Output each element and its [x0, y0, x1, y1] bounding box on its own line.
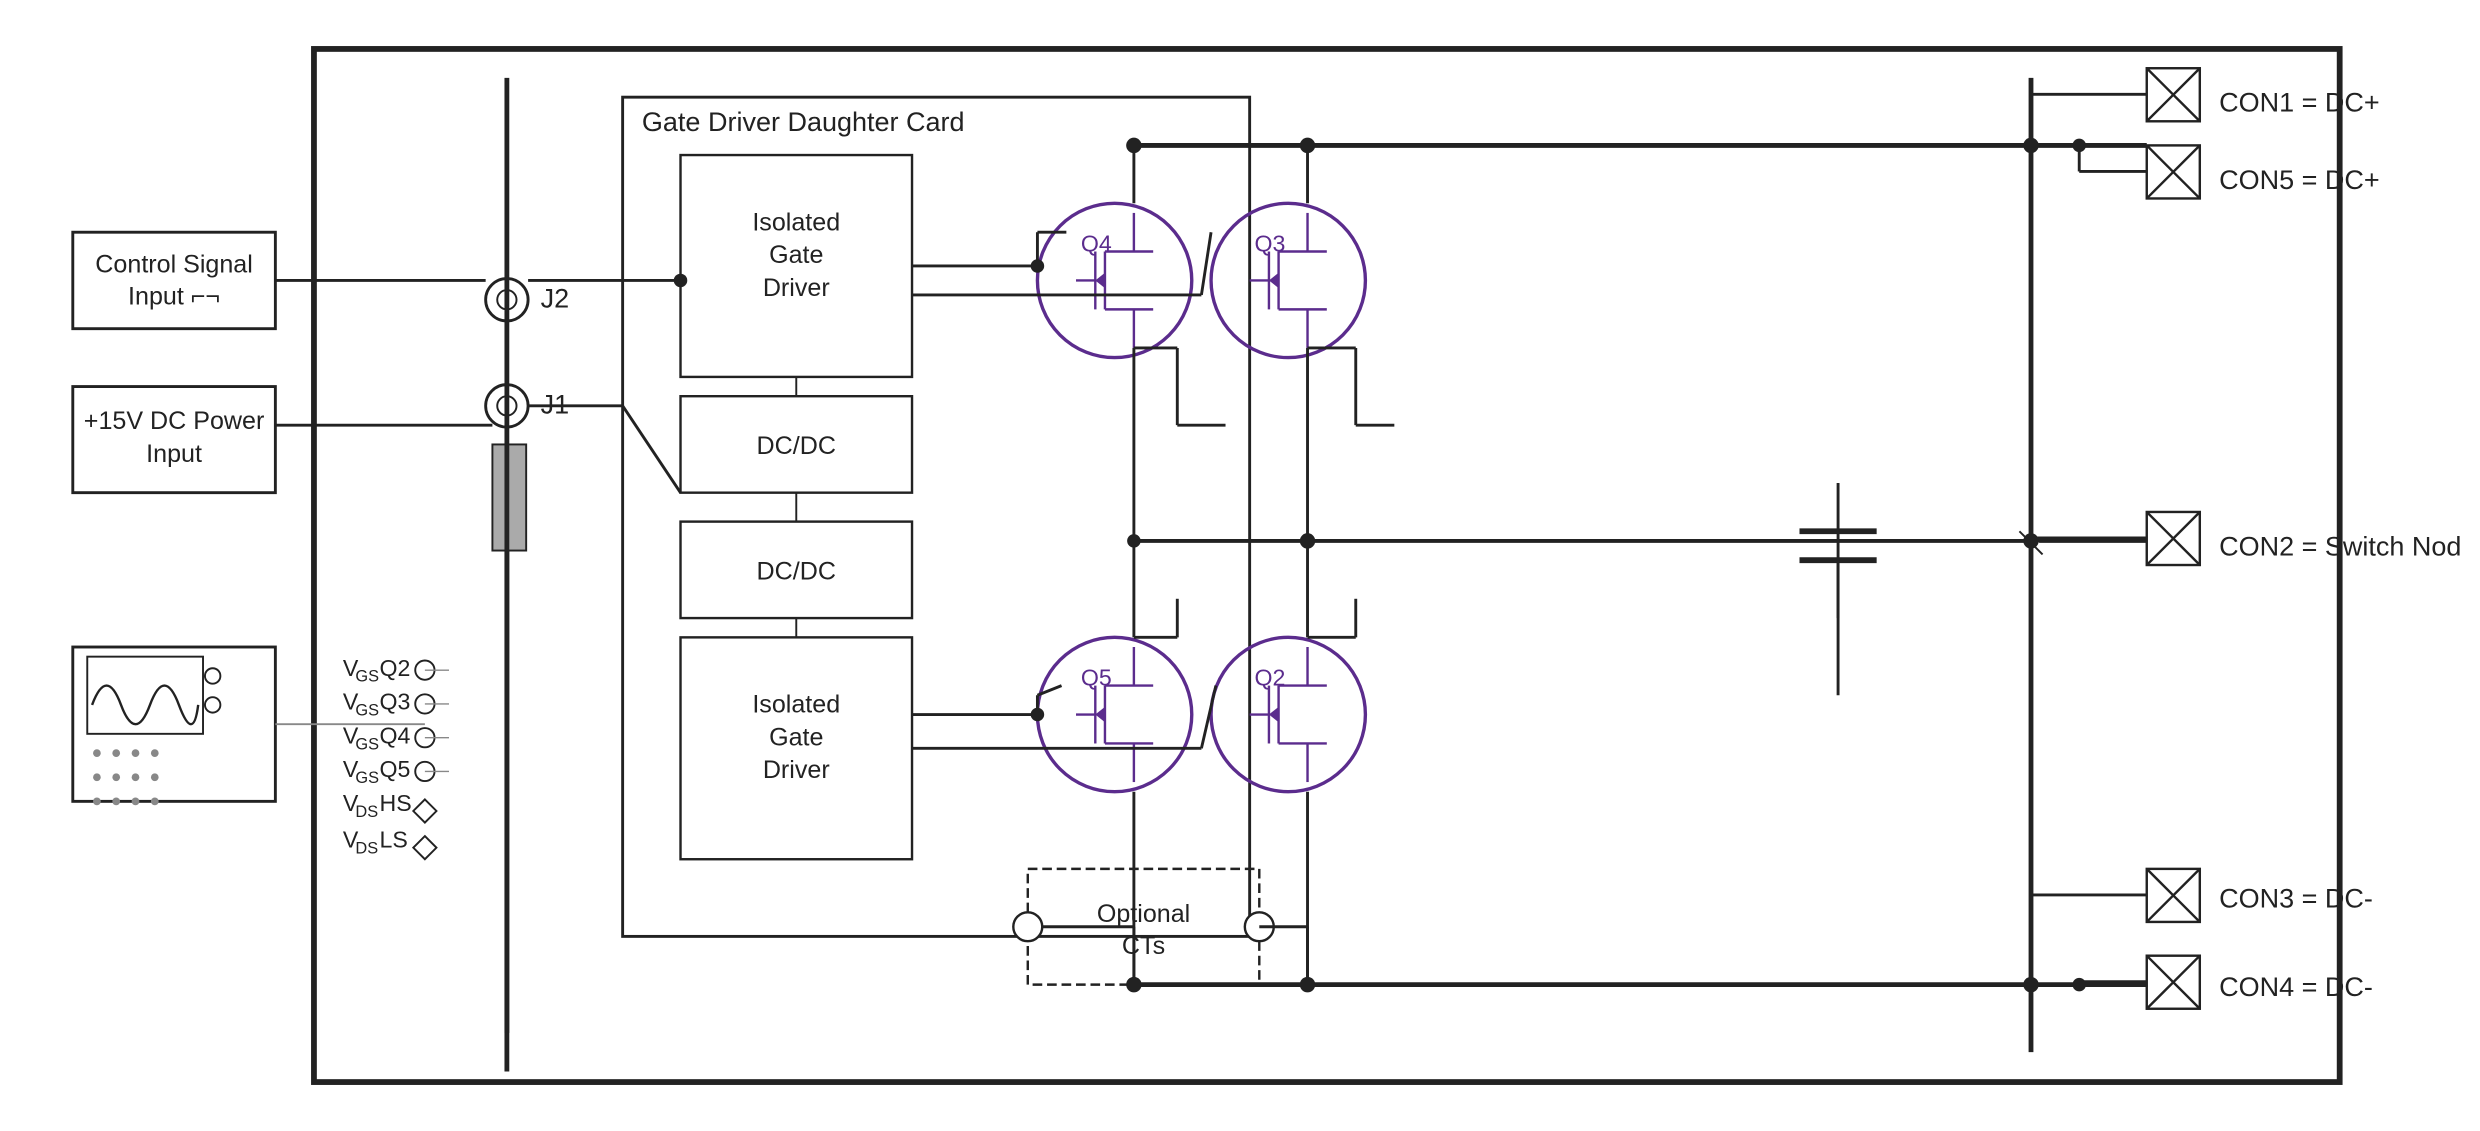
svg-text:Driver: Driver [763, 274, 830, 302]
svg-text:DS: DS [355, 839, 378, 857]
svg-text:GS: GS [355, 702, 379, 720]
svg-text:GS: GS [355, 769, 379, 787]
daughter-card-label: Gate Driver Daughter Card [642, 107, 965, 137]
j2-label: J2 [541, 283, 570, 313]
svg-text:DS: DS [355, 803, 378, 821]
con5-label: CON5 = DC+ [2219, 165, 2380, 195]
con4-label: CON4 = DC- [2219, 972, 2373, 1002]
svg-text:HS: HS [380, 790, 412, 816]
svg-text:Gate: Gate [769, 723, 823, 751]
svg-text:LS: LS [380, 827, 408, 853]
svg-text:Q2: Q2 [380, 655, 411, 681]
con1-label: CON1 = DC+ [2219, 88, 2380, 118]
circuit-diagram: Control Signal Input ⌐¬ +15V DC Power In… [20, 20, 2460, 1111]
svg-text:Gate: Gate [769, 241, 823, 269]
control-signal-label: Control Signal [95, 251, 253, 279]
svg-text:Q5: Q5 [380, 756, 411, 782]
con2-label: CON2 = Switch Node [2219, 531, 2460, 561]
svg-text:GS: GS [355, 735, 379, 753]
optional-cts-label: Optional [1097, 900, 1190, 928]
power-input-label2: Input [146, 440, 202, 468]
svg-text:CTs: CTs [1122, 932, 1165, 960]
svg-text:Q4: Q4 [380, 722, 411, 748]
con3-label: CON3 = DC- [2219, 883, 2373, 913]
svg-text:Q3: Q3 [380, 689, 411, 715]
dcdc-top: DC/DC [757, 432, 836, 460]
isolated-gate-driver-bottom: Isolated [752, 691, 840, 719]
dcdc-bottom: DC/DC [757, 557, 836, 585]
control-signal-label2: Input ⌐¬ [128, 283, 220, 311]
svg-text:Driver: Driver [763, 756, 830, 784]
svg-text:GS: GS [355, 668, 379, 686]
power-input-label: +15V DC Power [84, 407, 265, 435]
isolated-gate-driver-top: Isolated [752, 208, 840, 236]
